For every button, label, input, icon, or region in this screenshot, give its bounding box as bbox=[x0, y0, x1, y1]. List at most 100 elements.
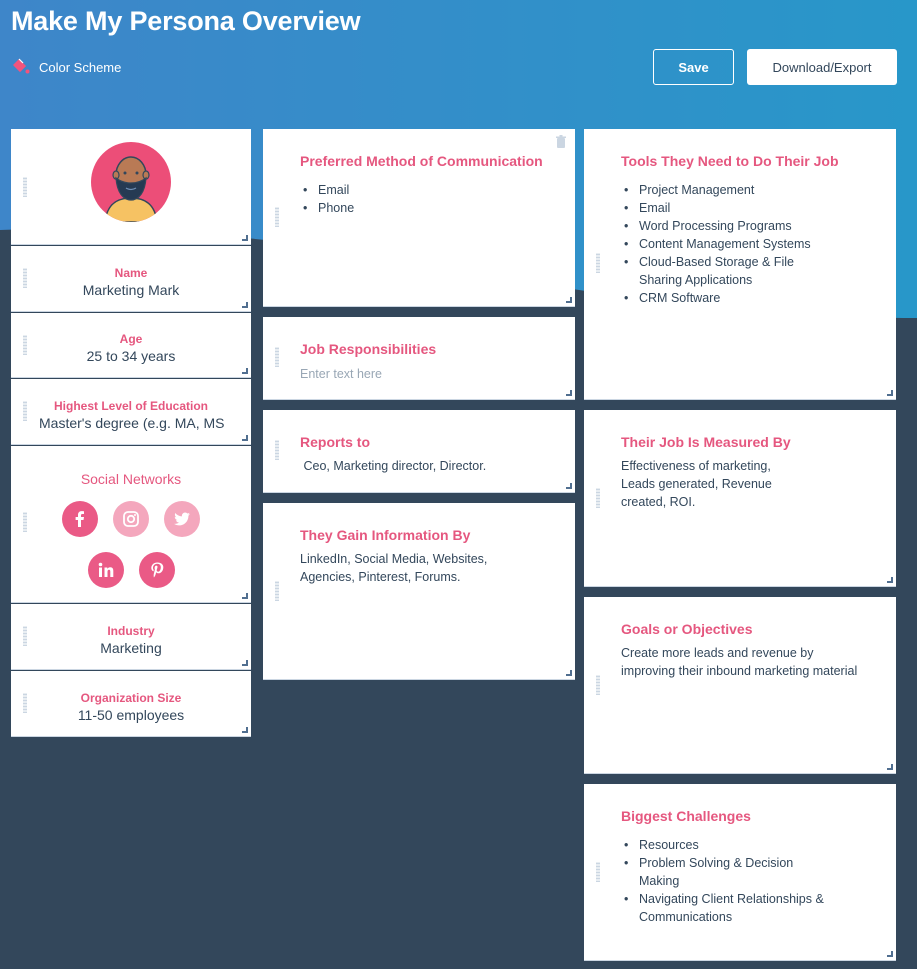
list-item: Phone bbox=[300, 199, 555, 217]
resize-handle[interactable] bbox=[887, 390, 893, 396]
reports-to-card: Reports to Ceo, Marketing director, Dire… bbox=[263, 410, 575, 493]
drag-handle[interactable] bbox=[596, 862, 600, 882]
twitter-button[interactable] bbox=[164, 501, 200, 537]
social-networks-card: Social Networks bbox=[11, 446, 251, 603]
resize-handle[interactable] bbox=[242, 435, 248, 441]
resize-handle[interactable] bbox=[887, 951, 893, 957]
facebook-icon bbox=[75, 511, 84, 527]
list-item: Navigating Client Relationships & Commun… bbox=[621, 890, 836, 926]
drag-handle[interactable] bbox=[23, 693, 27, 713]
card-title: Reports to bbox=[300, 434, 370, 450]
field-value[interactable]: Marketing bbox=[11, 640, 251, 656]
avatar-image[interactable] bbox=[91, 142, 171, 222]
drag-handle[interactable] bbox=[23, 512, 27, 532]
drag-handle[interactable] bbox=[596, 488, 600, 508]
linkedin-button[interactable] bbox=[87, 552, 124, 588]
pinterest-button[interactable] bbox=[138, 552, 175, 588]
drag-handle[interactable] bbox=[275, 347, 279, 367]
resize-handle[interactable] bbox=[242, 235, 248, 241]
drag-handle[interactable] bbox=[23, 401, 27, 421]
card-title: Biggest Challenges bbox=[621, 808, 751, 824]
resize-handle[interactable] bbox=[566, 297, 572, 303]
resize-handle[interactable] bbox=[887, 764, 893, 770]
drag-handle[interactable] bbox=[23, 177, 27, 197]
card-title: Their Job Is Measured By bbox=[621, 434, 791, 450]
page-title: Make My Persona Overview bbox=[11, 6, 361, 36]
resize-handle[interactable] bbox=[242, 660, 248, 666]
color-scheme-label: Color Scheme bbox=[39, 59, 122, 75]
trash-icon[interactable] bbox=[555, 135, 567, 149]
resize-handle[interactable] bbox=[566, 670, 572, 676]
field-value[interactable]: 25 to 34 years bbox=[11, 348, 251, 364]
color-scheme-button[interactable]: Color Scheme bbox=[11, 57, 121, 77]
card-title: Tools They Need to Do Their Job bbox=[621, 153, 839, 169]
job-measured-card: Their Job Is Measured By Effectiveness o… bbox=[584, 410, 896, 587]
job-responsibilities-card: Job Responsibilities Enter text here bbox=[263, 317, 575, 400]
resize-handle[interactable] bbox=[566, 483, 572, 489]
education-card: Highest Level of Education Master's degr… bbox=[11, 379, 251, 445]
resize-handle[interactable] bbox=[566, 390, 572, 396]
field-label: Highest Level of Education bbox=[53, 399, 209, 413]
list-item: Resources bbox=[621, 836, 836, 854]
industry-card: Industry Marketing bbox=[11, 604, 251, 670]
resize-handle[interactable] bbox=[242, 302, 248, 308]
card-title: Goals or Objectives bbox=[621, 621, 753, 637]
drag-handle[interactable] bbox=[23, 335, 27, 355]
field-value[interactable]: Master's degree (e.g. MA, MS bbox=[11, 415, 251, 431]
resize-handle[interactable] bbox=[242, 368, 248, 374]
organization-size-card: Organization Size 11-50 employees bbox=[11, 671, 251, 737]
facebook-button[interactable] bbox=[62, 501, 98, 537]
drag-handle[interactable] bbox=[596, 675, 600, 695]
resize-handle[interactable] bbox=[887, 577, 893, 583]
job-responsibilities-input[interactable]: Enter text here bbox=[300, 365, 555, 383]
drag-handle[interactable] bbox=[596, 253, 600, 273]
gain-information-card: They Gain Information By LinkedIn, Socia… bbox=[263, 503, 575, 680]
drag-handle[interactable] bbox=[275, 207, 279, 227]
goals-card: Goals or Objectives Create more leads an… bbox=[584, 597, 896, 774]
tools-card: Tools They Need to Do Their Job Project … bbox=[584, 129, 896, 400]
card-body[interactable]: LinkedIn, Social Media, Websites, Agenci… bbox=[300, 550, 545, 586]
list-item: Project Management bbox=[621, 181, 836, 199]
field-label: Name bbox=[114, 266, 148, 280]
field-value[interactable]: Marketing Mark bbox=[11, 282, 251, 298]
save-button[interactable]: Save bbox=[653, 49, 734, 85]
field-label: Industry bbox=[107, 624, 155, 638]
drag-handle[interactable] bbox=[275, 440, 279, 460]
drag-handle[interactable] bbox=[23, 626, 27, 646]
resize-handle[interactable] bbox=[242, 727, 248, 733]
challenges-card: Biggest Challenges Resources Problem Sol… bbox=[584, 784, 896, 961]
pinterest-icon bbox=[150, 562, 163, 578]
field-label: Age bbox=[119, 332, 143, 346]
field-label: Organization Size bbox=[80, 691, 182, 705]
resize-handle[interactable] bbox=[242, 593, 248, 599]
list-item: Problem Solving & Decision Making bbox=[621, 854, 836, 890]
card-body[interactable]: Effectiveness of marketing, Leads genera… bbox=[621, 457, 806, 511]
field-value[interactable]: 11-50 employees bbox=[11, 707, 251, 723]
drag-handle[interactable] bbox=[275, 581, 279, 601]
social-networks-title: Social Networks bbox=[80, 471, 182, 487]
instagram-icon bbox=[123, 511, 139, 527]
list-item: Email bbox=[300, 181, 555, 199]
avatar-card bbox=[11, 129, 251, 245]
name-card: Name Marketing Mark bbox=[11, 246, 251, 312]
card-body[interactable]: Resources Problem Solving & Decision Mak… bbox=[621, 836, 836, 926]
download-export-button[interactable]: Download/Export bbox=[747, 49, 897, 85]
list-item: Email bbox=[621, 199, 836, 217]
card-body[interactable]: Ceo, Marketing director, Director. bbox=[300, 457, 555, 475]
card-body[interactable]: Create more leads and revenue by improvi… bbox=[621, 644, 866, 680]
card-title: Preferred Method of Communication bbox=[300, 153, 543, 169]
list-item: Word Processing Programs bbox=[621, 217, 836, 235]
card-body[interactable]: Email Phone bbox=[300, 181, 555, 217]
twitter-icon bbox=[174, 512, 190, 526]
list-item: Cloud-Based Storage & File Sharing Appli… bbox=[621, 253, 836, 289]
instagram-button[interactable] bbox=[113, 501, 149, 537]
list-item: CRM Software bbox=[621, 289, 836, 307]
card-title: They Gain Information By bbox=[300, 527, 471, 543]
card-title: Job Responsibilities bbox=[300, 341, 437, 357]
drag-handle[interactable] bbox=[23, 268, 27, 288]
list-item: Content Management Systems bbox=[621, 235, 836, 253]
communication-card: Preferred Method of Communication Email … bbox=[263, 129, 575, 307]
age-card: Age 25 to 34 years bbox=[11, 313, 251, 378]
linkedin-icon bbox=[98, 562, 113, 577]
card-body[interactable]: Project Management Email Word Processing… bbox=[621, 181, 836, 307]
